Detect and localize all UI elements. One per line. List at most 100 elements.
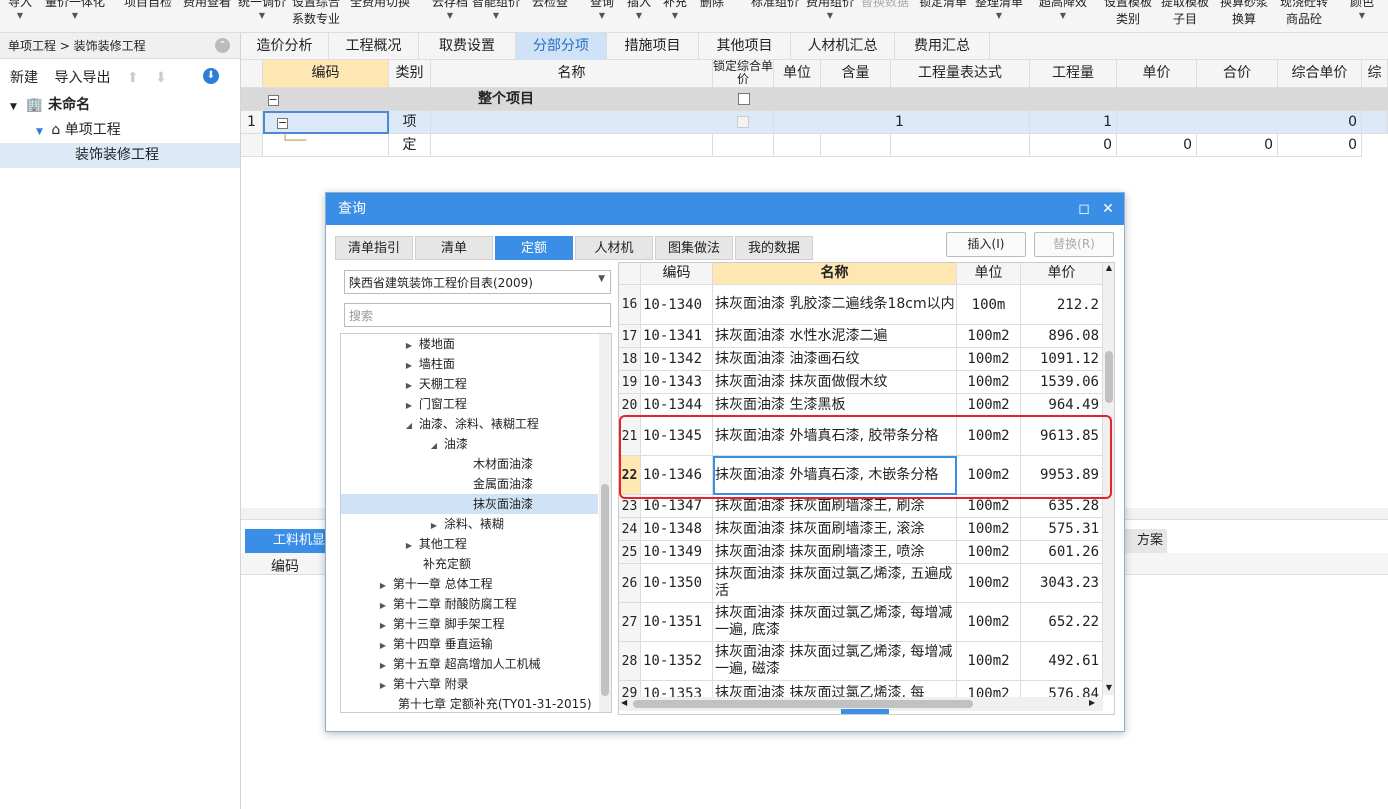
results-row-price[interactable]: 575.31	[1021, 518, 1103, 541]
tree-item[interactable]: ▶ 第十一章 总体工程	[341, 574, 598, 594]
ribbon-fee-pricing-button[interactable]: 费用组价 ▼	[806, 0, 854, 21]
expand-icon[interactable]: ▶	[377, 656, 389, 676]
tree-item[interactable]: ▶ 天棚工程	[341, 374, 598, 394]
results-row-price[interactable]: 652.22	[1021, 603, 1103, 642]
results-row-price[interactable]: 492.61	[1021, 642, 1103, 681]
expand-icon[interactable]: ▶	[403, 376, 415, 396]
import-export-button[interactable]: 导入导出	[54, 70, 110, 86]
row2-unit[interactable]	[774, 134, 821, 157]
results-row-number[interactable]: 18	[619, 348, 641, 371]
ribbon-height-reduction-button[interactable]: 超高降效 ▼	[1039, 0, 1087, 21]
results-row-name[interactable]: 抹灰面油漆 抹灰面刷墙漆王, 喷涂	[713, 541, 957, 564]
expand-icon[interactable]: ▶	[403, 536, 415, 556]
results-row-name[interactable]: 抹灰面油漆 生漆黑板	[713, 394, 957, 417]
ribbon-import-button[interactable]: 导入 ▼	[8, 0, 32, 21]
ribbon-delete-button[interactable]: 删除	[700, 0, 724, 11]
results-row-name[interactable]: 抹灰面油漆 抹灰面做假木纹	[713, 371, 957, 394]
header-expression[interactable]: 工程量表达式	[891, 60, 1030, 88]
row2-content[interactable]	[821, 134, 891, 157]
ribbon-view-cost-button[interactable]: 费用查看	[183, 0, 231, 11]
ribbon-lock-list-button[interactable]: 锁定清单	[919, 0, 967, 11]
results-row-price[interactable]: 964.49	[1021, 394, 1103, 417]
tree-item[interactable]: ▶ 第十三章 脚手架工程	[341, 614, 598, 634]
results-row-number[interactable]: 26	[619, 564, 641, 603]
results-row-name[interactable]: 抹灰面油漆 抹灰面过氯乙烯漆, 五遍成活	[713, 564, 957, 603]
download-icon[interactable]: ⬇	[203, 68, 219, 84]
splitter-handle[interactable]	[841, 709, 889, 714]
tab-cost-analysis[interactable]: 造价分析	[241, 33, 329, 60]
row2-name[interactable]	[431, 134, 713, 157]
tree-scrollbar[interactable]	[599, 334, 611, 712]
tab-fee-settings[interactable]: 取费设置	[419, 33, 516, 60]
tree-item[interactable]: ▶ 门窗工程	[341, 394, 598, 414]
expand-icon[interactable]: ▼	[36, 127, 43, 137]
ribbon-extract-template-button[interactable]: 提取模板 子目	[1161, 0, 1209, 28]
tree-item[interactable]: 金属面油漆	[341, 474, 598, 494]
results-header-name[interactable]: 名称	[713, 263, 957, 285]
expand-icon[interactable]: ▶	[377, 596, 389, 616]
tree-item[interactable]: ▶ 第十五章 超高增加人工机械	[341, 654, 598, 674]
close-icon[interactable]: ✕	[1098, 193, 1118, 225]
results-row-name[interactable]: 抹灰面油漆 抹灰面刷墙漆王, 滚涂	[713, 518, 957, 541]
header-composite-price[interactable]: 综合单价	[1278, 60, 1362, 88]
header-type[interactable]: 类别	[389, 60, 431, 88]
tab-labor-display[interactable]: 工料机显示	[245, 529, 335, 553]
expand-icon[interactable]: ▶	[403, 356, 415, 376]
results-row-number[interactable]: 17	[619, 325, 641, 348]
tree-item[interactable]: ◢ 油漆、涂料、裱糊工程	[341, 414, 598, 434]
expand-icon[interactable]: ▶	[377, 636, 389, 656]
results-row-price[interactable]: 212.2	[1021, 285, 1103, 325]
results-row-unit[interactable]: 100m2	[957, 564, 1021, 603]
results-row-number[interactable]: 28	[619, 642, 641, 681]
tab-cost-summary[interactable]: 费用汇总	[895, 33, 990, 60]
ribbon-set-template-button[interactable]: 设置模板 类别	[1104, 0, 1152, 28]
expand-icon[interactable]: ▶	[377, 676, 389, 696]
move-down-icon[interactable]: ⬇	[155, 70, 167, 86]
tree-item[interactable]: ▶ 第十六章 附录	[341, 674, 598, 694]
row1-quantity[interactable]: 1	[1030, 111, 1117, 134]
ribbon-color-button[interactable]: 颜色 ▼	[1350, 0, 1374, 21]
row2-expression[interactable]	[891, 134, 1030, 157]
row1-lock-checkbox[interactable]	[713, 111, 774, 134]
ribbon-standard-pricing-button[interactable]: 标准组价	[751, 0, 799, 11]
ribbon-cloud-save-button[interactable]: 云存档 ▼	[432, 0, 468, 21]
collapse-icon[interactable]: ⌃	[215, 38, 230, 53]
results-row-code[interactable]: 10-1343	[641, 371, 713, 394]
scroll-down-icon[interactable]: ▼	[1103, 683, 1114, 692]
whole-lock-checkbox[interactable]	[713, 88, 774, 111]
header-quantity[interactable]: 工程量	[1030, 60, 1117, 88]
tab-materials[interactable]: 人材机	[575, 236, 653, 260]
results-row-code[interactable]: 10-1349	[641, 541, 713, 564]
results-row-unit[interactable]: 100m2	[957, 603, 1021, 642]
replace-button[interactable]: 替换(R)	[1034, 232, 1114, 257]
results-hscroll-thumb[interactable]	[633, 700, 973, 708]
results-row-unit[interactable]: 100m2	[957, 518, 1021, 541]
row1-composite[interactable]: 0	[1278, 111, 1362, 134]
ribbon-supplement-button[interactable]: 补充 ▼	[663, 0, 687, 21]
row2-quantity[interactable]: 0	[1030, 134, 1117, 157]
results-row-unit[interactable]: 100m2	[957, 371, 1021, 394]
results-row-unit[interactable]: 100m2	[957, 541, 1021, 564]
results-row-name[interactable]: 抹灰面油漆 水性水泥漆二遍	[713, 325, 957, 348]
results-header-code[interactable]: 编码	[641, 263, 713, 285]
tab-quota[interactable]: 定额	[495, 236, 573, 260]
tree-item[interactable]: 第十七章 定额补充(TY01-31-2015)	[341, 694, 598, 712]
results-row-name[interactable]: 抹灰面油漆 抹灰面过氯乙烯漆, 每增减一遍, 底漆	[713, 603, 957, 642]
results-row-unit[interactable]: 100m2	[957, 642, 1021, 681]
header-composite-total[interactable]: 综	[1362, 60, 1388, 88]
header-unit[interactable]: 单位	[774, 60, 821, 88]
results-row-code[interactable]: 10-1342	[641, 348, 713, 371]
results-row-number[interactable]: 16	[619, 285, 641, 325]
collapse-icon[interactable]: −	[263, 88, 283, 111]
header-name[interactable]: 名称	[431, 60, 713, 88]
scroll-right-icon[interactable]: ▶	[1089, 698, 1095, 707]
tab-sections[interactable]: 分部分项	[516, 33, 607, 60]
results-row-code[interactable]: 10-1341	[641, 325, 713, 348]
results-row-code[interactable]: 10-1350	[641, 564, 713, 603]
expand-icon[interactable]: ▶	[403, 336, 415, 356]
search-input[interactable]: 搜索	[344, 303, 611, 327]
results-row-name[interactable]: 抹灰面油漆 抹灰面过氯乙烯漆, 每增减一遍, 磁漆	[713, 642, 957, 681]
expand-icon[interactable]: ▶	[403, 396, 415, 416]
tree-item[interactable]: ▶ 第十四章 垂直运输	[341, 634, 598, 654]
tab-project-overview[interactable]: 工程概况	[329, 33, 419, 60]
